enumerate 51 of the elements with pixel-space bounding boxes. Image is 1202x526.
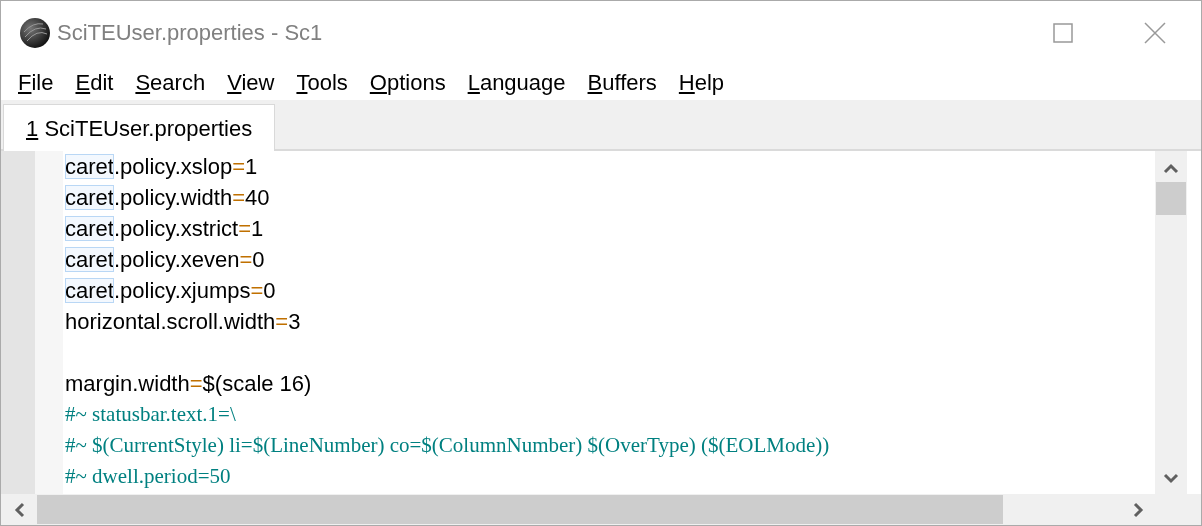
menu-item[interactable]: Options (358, 65, 457, 99)
operator: = (232, 154, 245, 179)
menu-item[interactable]: Help (667, 65, 736, 99)
value-text: 0 (252, 247, 265, 272)
key-text: .policy.xeven (113, 247, 240, 272)
close-icon (1144, 21, 1166, 44)
operator: = (232, 185, 245, 210)
value-text: $(scale 16) (202, 371, 312, 396)
menu-item[interactable]: Edit (64, 65, 125, 99)
operator: = (250, 278, 264, 303)
operator: = (189, 371, 203, 396)
key-text: .policy.xjumps (113, 278, 251, 303)
value-text: 1 (251, 216, 264, 241)
menu-item[interactable]: View (216, 65, 286, 99)
scroll-left-icon[interactable] (13, 501, 25, 518)
window-title: SciTEUser.properties - Sc1 (57, 19, 323, 47)
scrollbar-thumb[interactable] (1156, 182, 1186, 215)
comment-line: #~ dwell.period=50 (65, 463, 232, 490)
operator: = (275, 309, 289, 334)
app-logo-icon (19, 16, 51, 49)
key-text: caret (65, 247, 114, 272)
menu-item[interactable]: Language (456, 65, 577, 99)
menu-item[interactable]: Buffers (576, 65, 668, 99)
scroll-right-icon[interactable] (1133, 501, 1145, 518)
value-text: 1 (245, 154, 258, 179)
menu-item[interactable]: Search (124, 65, 217, 99)
value-text: 3 (288, 309, 301, 334)
menu-item[interactable]: File (7, 65, 65, 99)
key-text: caret (65, 154, 114, 179)
vertical-scrollbar[interactable] (1155, 151, 1187, 494)
key-text: caret (65, 216, 114, 241)
comment-line: #~ $(CurrentStyle) li=$(LineNumber) co=$(ColumnNumber) $(OverType) ($(EOLMode)) (65, 432, 831, 459)
key-text: .policy.xslop (113, 154, 233, 179)
menu-item[interactable]: Tools (285, 65, 359, 99)
value-text: 40 (245, 185, 270, 210)
key-text: .policy.xstrict (113, 216, 239, 241)
key-text: caret (65, 278, 114, 303)
operator: = (238, 216, 252, 241)
file-tab[interactable]: 1 SciTEUser.properties (3, 104, 276, 151)
key-text: .policy.width (113, 185, 233, 210)
scroll-down-icon[interactable] (1163, 473, 1179, 485)
maximize-icon (1053, 22, 1073, 43)
value-text: 0 (263, 278, 276, 303)
operator: = (239, 247, 253, 272)
key-text: horizontal.scroll.width (65, 309, 276, 334)
scroll-up-icon[interactable] (1163, 162, 1179, 174)
horizontal-scrollbar[interactable] (1, 494, 1156, 525)
scrollbar-thumb[interactable] (37, 495, 1003, 524)
key-text: margin.width (65, 371, 190, 396)
comment-line: #~ statusbar.text.1=\ (65, 401, 237, 428)
key-text: caret (65, 185, 114, 210)
